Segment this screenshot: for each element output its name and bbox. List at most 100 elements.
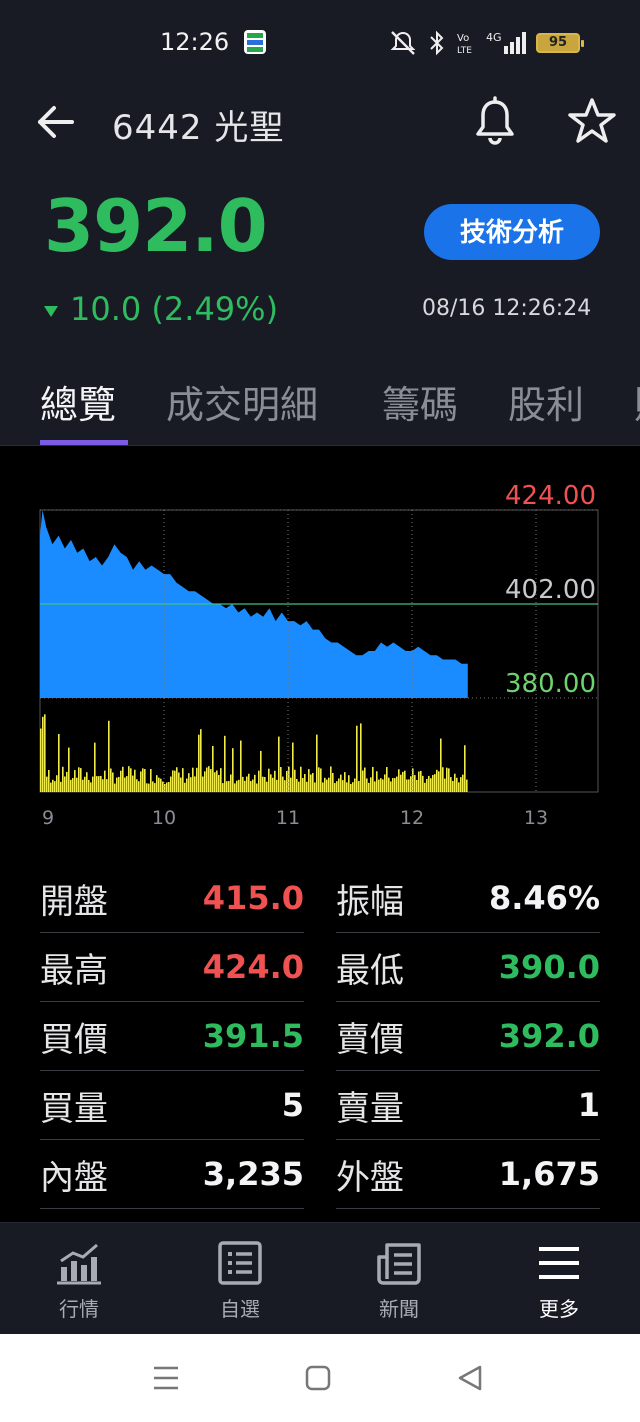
stat-row-low: 最低 390.0 [336, 933, 600, 1002]
volume-bar [144, 769, 146, 792]
volume-bar [158, 777, 160, 792]
star-icon[interactable] [566, 96, 618, 146]
bell-icon[interactable] [470, 96, 520, 148]
volume-bar [252, 779, 254, 792]
volume-bar [70, 779, 72, 792]
volume-bar [182, 768, 184, 792]
volume-bar [228, 780, 230, 792]
volume-bar [174, 770, 176, 792]
volume-bar [168, 782, 170, 792]
volume-bar [132, 775, 134, 792]
volume-bar [326, 779, 328, 792]
volume-bar [236, 780, 238, 792]
volume-bar [466, 779, 468, 792]
tab-financials[interactable]: 財 [634, 374, 640, 429]
volume-bar [426, 778, 428, 792]
volume-bar [458, 782, 460, 792]
volume-bar [208, 766, 210, 792]
nav-news[interactable]: 新聞 [344, 1239, 454, 1329]
volume-bar [312, 773, 314, 792]
volume-bar [292, 742, 294, 792]
volume-bar [400, 774, 402, 792]
stat-value-ask: 392.0 [498, 1017, 600, 1055]
volume-bar [350, 783, 352, 792]
home-icon[interactable] [298, 1360, 338, 1396]
nav-market[interactable]: 行情 [24, 1239, 134, 1329]
technical-analysis-button[interactable]: 技術分析 [424, 204, 600, 260]
stat-row-outer: 外盤 1,675 [336, 1140, 600, 1209]
volume-bar [202, 776, 204, 792]
stat-value-ask-volume: 1 [577, 1086, 600, 1124]
nav-watchlist[interactable]: 自選 [185, 1239, 295, 1329]
volume-bar [216, 770, 218, 792]
back-nav-icon[interactable] [450, 1360, 490, 1396]
volume-bar [386, 767, 388, 792]
volume-bar [280, 766, 282, 792]
volume-bar [42, 716, 44, 792]
stat-label: 外盤 [336, 1157, 404, 1198]
volume-bar [396, 776, 398, 792]
volume-bar [140, 771, 142, 792]
volume-bar [162, 781, 164, 792]
tab-dividend[interactable]: 股利 [508, 374, 584, 429]
volume-bar [450, 777, 452, 792]
volume-bar [170, 776, 172, 792]
mute-icon [390, 31, 416, 55]
volume-bar [452, 780, 454, 792]
tab-overview[interactable]: 總覽 [40, 374, 116, 429]
status-time: 12:26 [160, 28, 230, 56]
volume-bar [194, 776, 196, 792]
volume-bar [134, 769, 136, 792]
volume-bar [210, 769, 212, 792]
volume-bar [356, 725, 358, 792]
volume-bar [56, 775, 58, 792]
volume-bar [376, 771, 378, 792]
volume-bar [454, 773, 456, 792]
volume-bar [416, 779, 418, 792]
stat-label: 買價 [40, 1019, 108, 1060]
volume-bar [88, 779, 90, 792]
volume-bar [422, 775, 424, 792]
tab-trade-detail[interactable]: 成交明細 [166, 374, 318, 429]
volume-bar [384, 774, 386, 792]
stat-label: 振幅 [336, 881, 404, 922]
volume-bar [230, 774, 232, 792]
volume-bar [176, 767, 178, 792]
stat-row-bid: 買價 391.5 [40, 1002, 304, 1071]
volume-bar [308, 769, 310, 792]
volume-bar [374, 781, 376, 792]
stat-value-high: 424.0 [202, 948, 304, 986]
volume-bar [442, 767, 444, 792]
volume-bar [344, 772, 346, 792]
y-tick-label: 380.00 [505, 669, 596, 699]
recent-apps-icon[interactable] [146, 1360, 186, 1396]
volume-bar [226, 781, 228, 792]
stat-row-high: 最高 424.0 [40, 933, 304, 1002]
volume-bar [260, 750, 262, 792]
bottom-navigation: 行情 自選 新聞 更多 [0, 1222, 640, 1334]
bluetooth-icon [430, 30, 444, 56]
volume-bar [60, 781, 62, 792]
volume-bar [204, 771, 206, 792]
volume-bar [196, 767, 198, 792]
volume-bar [224, 735, 226, 792]
volume-bar [250, 781, 252, 792]
nav-more[interactable]: 更多 [504, 1239, 614, 1329]
volume-bar [112, 772, 114, 792]
back-arrow-icon[interactable] [34, 102, 78, 142]
volume-bar [190, 777, 192, 792]
volume-bar [430, 778, 432, 792]
intraday-chart[interactable]: 9 10 11 12 13 424.00 402.00 380.00 [0, 446, 640, 846]
volume-bar [90, 782, 92, 792]
tab-chips[interactable]: 籌碼 [382, 374, 458, 429]
volume-bar [232, 748, 234, 792]
volume-bar [464, 745, 466, 792]
stock-header: 6442 光聖 392.0 10.0 (2.49%) 技術分析 08/16 12… [0, 84, 640, 446]
volume-bar [286, 770, 288, 792]
volume-bar [406, 779, 408, 792]
volume-bar [188, 773, 190, 792]
news-icon [377, 1243, 421, 1285]
volume-bar [74, 770, 76, 792]
volume-bar [128, 766, 130, 792]
volume-bar [372, 766, 374, 792]
